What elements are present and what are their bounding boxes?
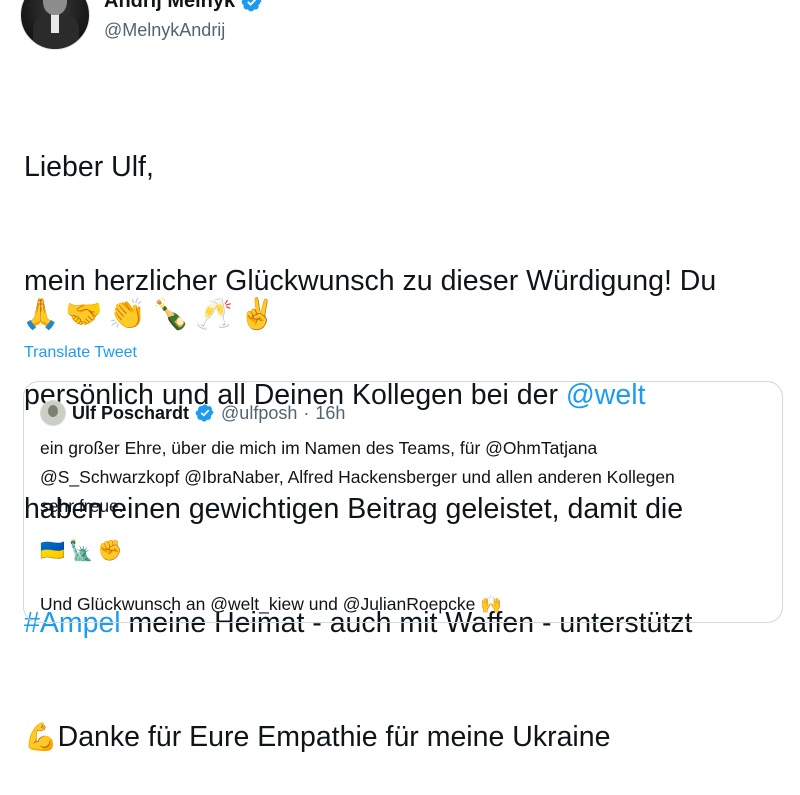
clinking-glasses-emoji: 🥂 (195, 297, 233, 332)
tweet-line: 💪Danke für Eure Empathie für meine Ukrai… (24, 721, 611, 753)
verified-badge-icon (241, 0, 262, 11)
author-name-row[interactable]: Andrij Melnyk (104, 0, 263, 13)
quoted-line: ein großer Ehre, über die mich im Namen … (40, 438, 598, 458)
tweet-emoji-row: 🙏 🤝 👏 🍾 🥂 ✌️ (22, 296, 276, 334)
tweet-line: mein herzlicher Glückwunsch zu dieser Wü… (24, 265, 717, 297)
quoted-cut-line: Und Glückwunsch an @welt_kiew und @Julia… (40, 594, 502, 614)
author-avatar[interactable] (20, 0, 90, 50)
raised-fist-emoji: ✊ (97, 538, 123, 562)
ukraine-flag-emoji: 🇺🇦 (40, 538, 65, 562)
folded-hands-emoji: 🙏 (22, 297, 60, 332)
quoted-author-avatar[interactable] (40, 400, 66, 426)
quoted-tweet[interactable]: Ulf Poschardt @ulfposh · 16h ein großer … (23, 381, 783, 623)
quoted-line: @S_Schwarzkopf @IbraNaber, Alfred Hacken… (40, 467, 675, 487)
quoted-author-handle[interactable]: @ulfposh (221, 403, 297, 424)
handshake-emoji: 🤝 (65, 297, 103, 332)
tweet-line: Lieber Ulf, (24, 151, 154, 183)
translate-tweet-link[interactable]: Translate Tweet (24, 344, 137, 362)
champagne-bottle-emoji: 🍾 (152, 297, 190, 332)
verified-badge-icon (195, 404, 214, 422)
tweet-header: Andrij Melnyk @MelnykAndrij (0, 0, 800, 60)
author-display-name[interactable]: Andrij Melnyk (104, 0, 235, 13)
clapping-hands-emoji: 👏 (108, 297, 147, 332)
quoted-tweet-time[interactable]: 16h (315, 403, 345, 424)
quoted-emoji-row: 🇺🇦 🗽 ✊ (40, 538, 123, 562)
victory-hand-emoji: ✌️ (238, 297, 277, 332)
quoted-author-name[interactable]: Ulf Poschardt (72, 403, 189, 424)
separator-dot: · (303, 402, 310, 423)
quoted-line: sehr freue. (40, 496, 124, 516)
statue-of-liberty-emoji: 🗽 (68, 538, 94, 562)
flexed-biceps-emoji: 💪 (24, 722, 58, 753)
quoted-tweet-text: ein großer Ehre, über die mich im Namen … (40, 434, 770, 521)
author-handle[interactable]: @MelnykAndrij (104, 20, 225, 41)
quoted-tweet-header: Ulf Poschardt @ulfposh · 16h (40, 400, 345, 426)
